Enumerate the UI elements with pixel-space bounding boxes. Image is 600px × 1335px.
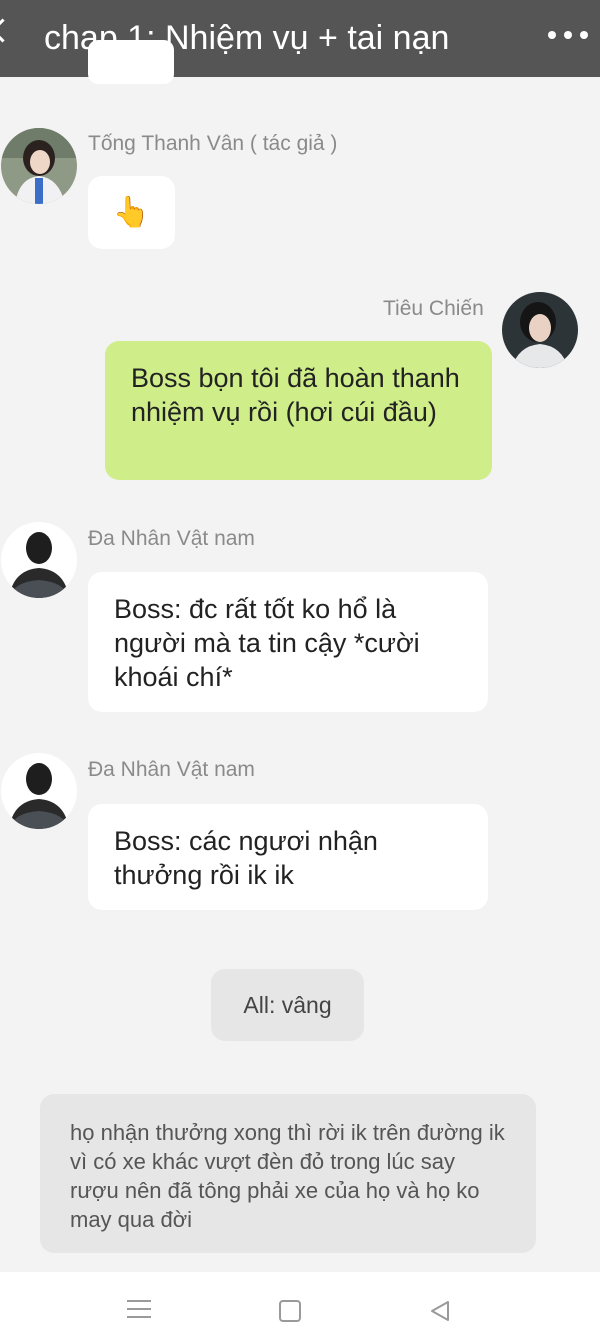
sender-name: Đa Nhân Vật nam [88, 527, 255, 550]
chevron-left-icon[interactable] [0, 18, 15, 43]
my-message-bubble[interactable]: Boss bọn tôi đã hoàn thanh nhiệm vụ rồi … [105, 341, 492, 480]
message-text: Boss bọn tôi đã hoàn thanh nhiệm vụ rồi … [131, 363, 460, 427]
center-message-text: All: vâng [243, 991, 332, 1018]
pointing-up-emoji: 👆 [112, 195, 151, 229]
message-bubble[interactable]: 👆 [88, 176, 175, 249]
avatar-author[interactable] [1, 128, 77, 204]
narration-text: họ nhận thưởng xong thì rời ik trên đườn… [70, 1120, 505, 1232]
system-nav-bar [0, 1272, 600, 1335]
message-bubble[interactable]: Boss: đc rất tốt ko hổ là người mà ta ti… [88, 572, 488, 712]
sender-name: Đa Nhân Vật nam [88, 758, 255, 781]
message-text: Boss: các ngươi nhận thưởng rồi ik ik [114, 826, 378, 890]
message-bubble[interactable]: Boss: các ngươi nhận thưởng rồi ik ik [88, 804, 488, 910]
narration-box: họ nhận thưởng xong thì rời ik trên đườn… [40, 1094, 536, 1253]
message-text: Boss: đc rất tốt ko hổ là người mà ta ti… [114, 594, 420, 692]
more-dots-icon[interactable] [548, 30, 588, 40]
sender-name: Tiêu Chiến [383, 297, 484, 320]
sender-name: Tống Thanh Vân ( tác giả ) [88, 132, 338, 155]
avatar-tieu-chien[interactable] [502, 292, 578, 368]
previous-message-bubble [88, 40, 174, 84]
home-square-icon[interactable] [279, 1300, 301, 1322]
center-message[interactable]: All: vâng [211, 969, 364, 1041]
menu-icon[interactable] [127, 1300, 151, 1318]
back-triangle-icon[interactable] [428, 1299, 452, 1323]
avatar-default[interactable] [1, 522, 77, 598]
avatar-default[interactable] [1, 753, 77, 829]
